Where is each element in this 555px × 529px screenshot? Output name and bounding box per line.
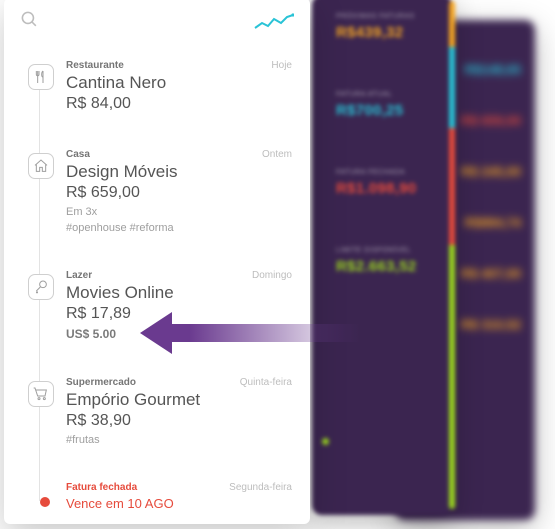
summary-back-value: R$ 310,52: [461, 317, 521, 332]
summary-back-value: R$ 659,00: [461, 113, 521, 128]
transaction-category: Supermercado: [66, 377, 136, 388]
transaction-day: Quinta-feira: [240, 377, 292, 388]
summary-back-value: R$884,74: [465, 215, 521, 230]
summary-value: R$1.098,90: [336, 180, 438, 197]
dot-icon: [40, 497, 50, 507]
invoice-closed-day: Segunda-feira: [229, 482, 292, 493]
transaction-amount: R$ 659,00: [66, 184, 292, 202]
transaction-day: Hoje: [271, 60, 292, 71]
transaction-amount: R$ 17,89: [66, 305, 292, 323]
summary-value: R$439,32: [336, 24, 438, 41]
transactions-card: Restaurante Hoje Cantina Nero R$ 84,00 Casa O…: [4, 0, 310, 524]
fork-knife-icon: [28, 64, 54, 90]
invoice-due: Vence em 10 AGO: [66, 496, 292, 511]
search-icon[interactable]: [20, 10, 39, 34]
transaction-title: Cantina Nero: [66, 73, 292, 93]
transaction-category: Casa: [66, 149, 90, 160]
summary-value: R$700,25: [336, 102, 438, 119]
transaction-tags: #openhouse #reforma: [66, 222, 292, 234]
transaction-usd: US$ 5.00: [66, 327, 292, 341]
transaction-day: Domingo: [252, 270, 292, 281]
transaction-category: Restaurante: [66, 60, 124, 71]
transaction-tags: #frutas: [66, 434, 292, 446]
transaction-category: Lazer: [66, 270, 92, 281]
summary-label: FATURA FECHADA: [336, 169, 438, 176]
limit-bar: [449, 1, 455, 509]
trend-icon[interactable]: [254, 13, 294, 31]
transaction-row[interactable]: Lazer Domingo Movies Online R$ 17,89 US$ 5.0…: [22, 252, 292, 359]
available-dot-icon: [322, 438, 329, 445]
transaction-amount: R$ 84,00: [66, 95, 292, 113]
invoice-closed-row[interactable]: Fatura fechada Segunda-feira Vence em 10…: [22, 464, 292, 529]
cart-icon: [28, 381, 54, 407]
summary-card-mid: PRÓXIMAS FATURAS R$439,32 FATURA ATUAL R$70…: [312, 0, 452, 515]
home-icon: [28, 153, 54, 179]
summary-label: FATURA ATUAL: [336, 91, 438, 98]
transaction-day: Ontem: [262, 149, 292, 160]
transaction-row[interactable]: Supermercado Quinta-feira Empório Gourmet R…: [22, 359, 292, 464]
transaction-feed: Restaurante Hoje Cantina Nero R$ 84,00 Casa O…: [4, 42, 310, 529]
racquet-icon: [28, 274, 54, 300]
transaction-title: Design Móveis: [66, 162, 292, 182]
transaction-title: Movies Online: [66, 283, 292, 303]
summary-back-value: R$ 407,00: [461, 266, 521, 281]
transaction-amount: R$ 38,90: [66, 412, 292, 430]
summary-back-value: R$148,65: [465, 62, 521, 77]
invoice-closed-label: Fatura fechada: [66, 482, 137, 493]
summary-back-value: R$ 245,00: [461, 164, 521, 179]
transaction-row[interactable]: Casa Ontem Design Móveis R$ 659,00 Em 3x #ope…: [22, 131, 292, 252]
transaction-installments: Em 3x: [66, 206, 292, 218]
transaction-title: Empório Gourmet: [66, 390, 292, 410]
transaction-row[interactable]: Restaurante Hoje Cantina Nero R$ 84,00: [22, 42, 292, 131]
summary-value: R$2.663,52: [336, 258, 438, 275]
summary-label: LIMITE DISPONÍVEL: [336, 247, 438, 254]
summary-label: PRÓXIMAS FATURAS: [336, 13, 438, 20]
